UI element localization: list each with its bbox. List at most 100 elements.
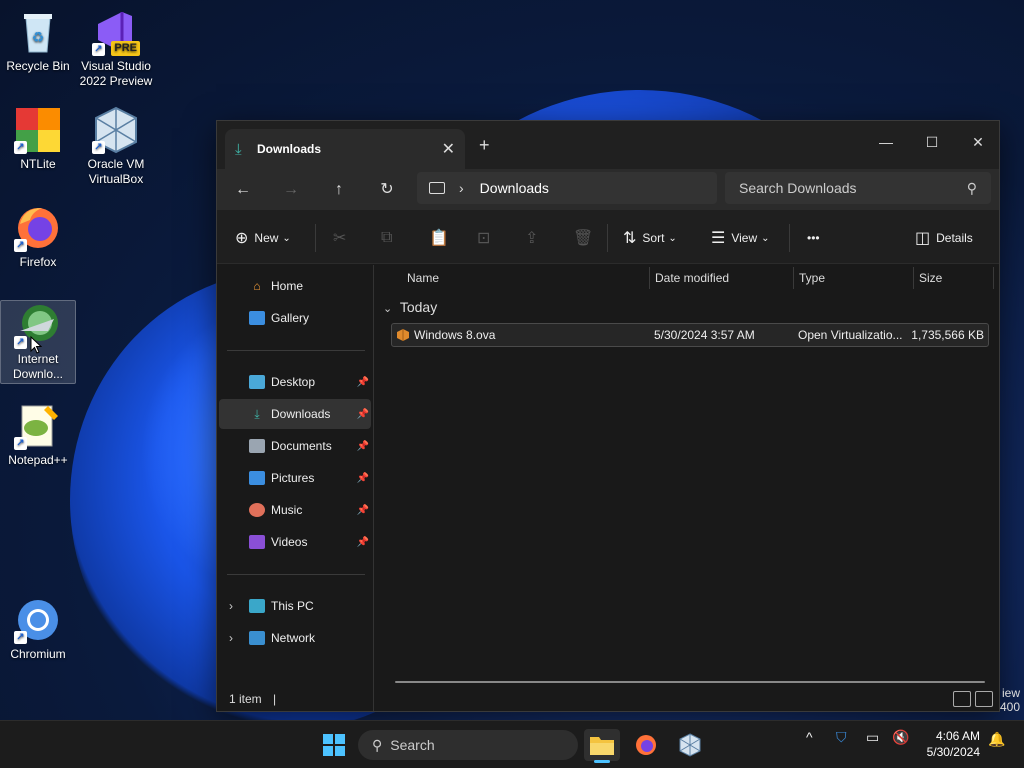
sidebar-item-label: This PC: [271, 599, 314, 613]
close-tab-icon[interactable]: ✕: [442, 139, 455, 159]
copy-icon: ⧉: [381, 229, 393, 246]
details-view-toggle[interactable]: [953, 691, 971, 707]
desktop-icon-virtualbox[interactable]: ↗ Oracle VM VirtualBox: [78, 106, 154, 187]
pin-icon[interactable]: 📌: [357, 473, 369, 484]
horizontal-scrollbar[interactable]: [395, 681, 985, 683]
desktop-icon-ntlite[interactable]: ↗ NTLite: [0, 106, 76, 172]
file-row[interactable]: Windows 8.ova 5/30/2024 3:57 AM Open Vir…: [391, 323, 989, 347]
search-icon[interactable]: ⚲: [967, 180, 977, 197]
desktop-icon-visual-studio[interactable]: PRE ↗ Visual Studio 2022 Preview: [78, 8, 154, 89]
sidebar-item-this-pc[interactable]: › This PC: [219, 591, 371, 621]
up-button[interactable]: ↑: [325, 177, 353, 203]
copy-button[interactable]: ⧉: [381, 224, 398, 252]
new-tab-button[interactable]: +: [479, 135, 490, 156]
sidebar-item-documents[interactable]: Documents 📌: [219, 431, 371, 461]
large-icons-view-toggle[interactable]: [975, 691, 993, 707]
desktop-icon-chromium[interactable]: ↗ Chromium: [0, 596, 76, 662]
column-divider[interactable]: [993, 267, 994, 289]
file-list[interactable]: Name Date modified Type Size ⌄ Today Win…: [375, 265, 999, 711]
sidebar-item-home[interactable]: ⌂ Home: [219, 271, 371, 301]
taskbar-search[interactable]: ⚲ Search: [358, 730, 578, 760]
sidebar-item-downloads[interactable]: ⤓ Downloads 📌: [219, 399, 371, 429]
back-button[interactable]: ←: [229, 177, 257, 203]
search-box[interactable]: Search Downloads ⚲: [725, 172, 991, 204]
desktop-icon-notepad-plus-plus[interactable]: ↗ Notepad++: [0, 402, 76, 468]
clock-time: 4:06 AM: [935, 729, 980, 743]
notification-bell-icon[interactable]: 🔔: [988, 731, 1005, 748]
title-bar[interactable]: ⤓ Downloads ✕ + — ☐ ✕: [217, 121, 999, 169]
address-bar-row: ← → ↑ ↻ › Downloads Search Downloads ⚲: [217, 169, 999, 209]
sidebar-item-network[interactable]: › Network: [219, 623, 371, 653]
details-pane-icon: ◫: [915, 230, 931, 247]
minimize-button[interactable]: —: [863, 127, 909, 157]
details-button[interactable]: ◫ Details: [915, 224, 973, 252]
paste-icon: 📋: [429, 230, 449, 247]
shortcut-arrow-icon: ↗: [92, 43, 105, 56]
close-button[interactable]: ✕: [955, 127, 1001, 157]
column-header-type[interactable]: Type: [767, 265, 887, 291]
column-header-date[interactable]: Date modified: [623, 265, 769, 291]
start-button[interactable]: [316, 729, 352, 761]
tab-downloads[interactable]: ⤓ Downloads ✕: [225, 129, 465, 169]
network-icon[interactable]: ▭: [866, 729, 879, 746]
taskbar-firefox[interactable]: [628, 729, 664, 761]
pin-icon[interactable]: 📌: [357, 377, 369, 388]
forward-button[interactable]: →: [277, 177, 305, 203]
view-button[interactable]: ☰ View ⌄: [711, 224, 770, 252]
address-bar[interactable]: › Downloads: [417, 172, 717, 204]
sidebar-item-videos[interactable]: Videos 📌: [219, 527, 371, 557]
chevron-down-icon: ⌄: [761, 232, 770, 244]
command-bar: ⊕ New ⌄ ✂ ⧉ 📋 ⊡ ⇪ 🗑 ⇅ Sort ⌄ ☰ View ⌄ ••…: [217, 209, 999, 264]
paste-button[interactable]: 📋: [429, 224, 455, 252]
refresh-button[interactable]: ↻: [373, 177, 401, 203]
download-icon: ⤓: [235, 140, 242, 158]
clock[interactable]: 4:06 AM 5/30/2024: [927, 728, 980, 760]
pin-icon[interactable]: 📌: [357, 409, 369, 420]
new-button[interactable]: ⊕ New ⌄: [235, 224, 291, 252]
address-path[interactable]: Downloads: [480, 180, 549, 196]
pin-icon[interactable]: 📌: [357, 441, 369, 452]
download-icon: ⤓: [254, 407, 260, 421]
file-explorer-window[interactable]: ⤓ Downloads ✕ + — ☐ ✕ ← → ↑ ↻ › Download…: [216, 120, 1000, 712]
mouse-cursor-icon: [30, 336, 42, 354]
cut-button[interactable]: ✂: [333, 224, 352, 252]
taskbar-file-explorer[interactable]: [584, 729, 620, 763]
sidebar-item-pictures[interactable]: Pictures 📌: [219, 463, 371, 493]
clock-date: 5/30/2024: [926, 745, 980, 759]
sidebar-divider: [227, 350, 365, 351]
share-button[interactable]: ⇪: [525, 224, 544, 252]
delete-button[interactable]: 🗑: [573, 224, 599, 252]
taskbar-virtualbox[interactable]: [672, 729, 708, 761]
maximize-button[interactable]: ☐: [909, 127, 955, 157]
see-more-button[interactable]: •••: [807, 224, 820, 252]
sidebar-item-desktop[interactable]: Desktop 📌: [219, 367, 371, 397]
chevron-up-icon[interactable]: ^: [806, 729, 813, 745]
sidebar-item-label: Home: [271, 279, 304, 293]
sidebar-item-label: Network: [271, 631, 316, 645]
navigation-pane[interactable]: ⌂ Home Gallery Desktop 📌 ⤓ Downloads 📌 D…: [217, 265, 374, 711]
rename-icon: ⊡: [477, 230, 491, 247]
rename-button[interactable]: ⊡: [477, 224, 496, 252]
pin-icon[interactable]: 📌: [357, 537, 369, 548]
chevron-right-icon[interactable]: ›: [459, 180, 464, 196]
column-header-name[interactable]: Name: [375, 265, 649, 291]
chevron-right-icon[interactable]: ›: [229, 599, 233, 613]
column-header-size[interactable]: Size: [887, 265, 983, 291]
volume-muted-icon[interactable]: 🔇: [892, 729, 909, 746]
sidebar-item-music[interactable]: Music 📌: [219, 495, 371, 525]
file-date: 5/30/2024 3:57 AM: [654, 328, 755, 342]
status-divider: |: [273, 692, 277, 706]
desktop-icon-recycle-bin[interactable]: ♻ Recycle Bin: [0, 8, 76, 74]
security-shield-icon[interactable]: ⛉: [836, 729, 847, 746]
pin-icon[interactable]: 📌: [357, 505, 369, 516]
sort-button[interactable]: ⇅ Sort ⌄: [623, 224, 677, 252]
desktop-icon-label: Visual Studio 2022 Preview: [79, 59, 153, 88]
desktop-icon-firefox[interactable]: ↗ Firefox: [0, 204, 76, 270]
this-pc-icon: [249, 599, 265, 613]
shortcut-arrow-icon: ↗: [14, 141, 27, 154]
chevron-right-icon[interactable]: ›: [229, 631, 233, 645]
music-icon: [249, 503, 265, 517]
group-header[interactable]: ⌄ Today: [383, 299, 437, 315]
sidebar-item-gallery[interactable]: Gallery: [219, 303, 371, 333]
chromium-icon: ↗: [14, 596, 62, 644]
